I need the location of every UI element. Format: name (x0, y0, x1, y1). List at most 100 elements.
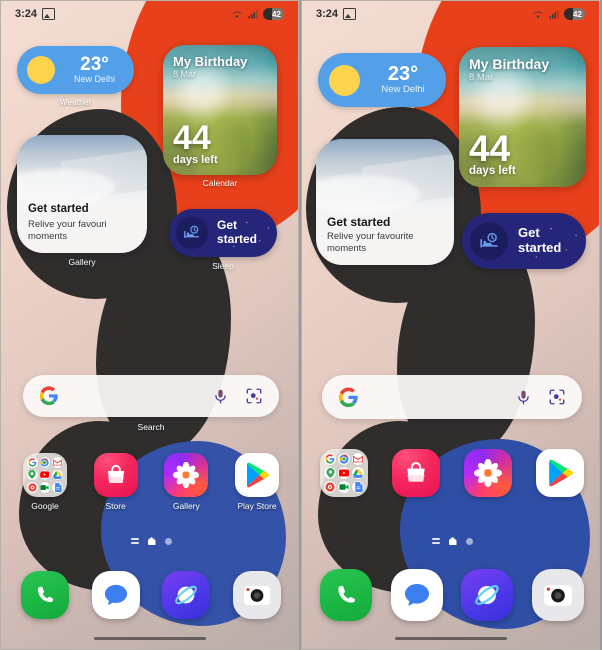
mini-app-icon (27, 457, 38, 468)
mini-app-icon (52, 482, 63, 493)
internet-browser-icon[interactable] (162, 571, 211, 619)
mini-app-icon (27, 482, 38, 493)
mini-app-icon (352, 453, 364, 465)
home-gesture-bar[interactable] (394, 636, 507, 640)
calendar-date: 8 Mar (469, 72, 494, 84)
messages-icon[interactable] (91, 571, 140, 619)
sleep-button-label: Get started (518, 225, 562, 255)
mini-app-icon (27, 469, 38, 481)
app-play-store[interactable] (532, 449, 588, 501)
gallery-flower-icon[interactable] (164, 453, 209, 497)
google-g-icon (338, 386, 358, 407)
battery-level: 42 (272, 9, 281, 19)
camera-icon[interactable] (232, 571, 281, 619)
gallery-photo (17, 135, 147, 201)
gallery-widget-label: Gallery (68, 257, 96, 267)
mini-app-icon (338, 467, 350, 479)
bed-clock-icon (470, 222, 508, 260)
mini-app-icon (352, 467, 364, 479)
battery-indicator: 42 (564, 8, 585, 20)
sleep-button-label: Get started (217, 218, 258, 246)
calendar-days-number: 44 (173, 119, 211, 158)
weather-temperature: 23° (80, 54, 109, 76)
play-store-icon[interactable] (234, 453, 279, 497)
google-search-bar[interactable] (23, 375, 279, 417)
gallery-flower-icon[interactable] (464, 449, 512, 497)
page-indicator[interactable] (111, 537, 191, 545)
mini-app-icon (39, 457, 51, 468)
calendar-date: 8 Mar (173, 69, 197, 80)
mini-app-icon (52, 457, 63, 468)
gallery-widget[interactable]: Get started Relive your favourite moment… (316, 139, 454, 265)
mini-app-icon (338, 481, 350, 493)
weather-widget-label: Weather (59, 97, 92, 107)
page-dot[interactable] (465, 537, 473, 545)
phone-screen-right: 3:24 42 23° New Delhi My Birthday 8 Mar … (301, 0, 600, 650)
sun-icon (27, 56, 55, 84)
sleep-widget-label: Sleep (212, 261, 234, 271)
google-search-bar[interactable] (322, 375, 582, 419)
app-list-icon[interactable] (431, 538, 440, 544)
gallery-subtext: Relive your favouri moments (28, 219, 107, 243)
microphone-icon[interactable] (515, 389, 532, 406)
google-folder-icon[interactable] (23, 453, 67, 497)
app-gallery[interactable] (460, 449, 516, 501)
app-row: Google Store Gallery Play Store (17, 453, 285, 511)
gallery-widget[interactable]: Get started Relive your favouri moments (17, 135, 147, 253)
home-icon[interactable] (448, 537, 457, 545)
weather-widget[interactable]: 23° New Delhi (17, 46, 134, 94)
weather-location: New Delhi (73, 74, 115, 85)
calendar-title: My Birthday (173, 54, 248, 69)
play-store-icon[interactable] (536, 449, 584, 497)
weather-temperature: 23° (387, 63, 419, 86)
calendar-widget[interactable]: My Birthday 8 Mar 44 days left (163, 45, 277, 175)
mini-app-icon (338, 453, 350, 465)
weather-widget[interactable]: 23° New Delhi (318, 53, 446, 107)
app-list-icon[interactable] (130, 538, 139, 544)
camera-icon[interactable] (531, 569, 584, 621)
mini-app-icon (39, 482, 51, 493)
dock (320, 569, 584, 621)
home-icon[interactable] (147, 537, 156, 545)
app-google-folder[interactable]: Google (17, 453, 73, 511)
comparison-screenshot: 3:24 42 23° New Delhi Weather My Birthda… (0, 0, 602, 650)
internet-browser-icon[interactable] (461, 569, 514, 621)
sun-icon (329, 64, 360, 96)
bed-clock-icon (176, 217, 208, 249)
widget-layer: 23° New Delhi Weather My Birthday 8 Mar … (1, 1, 298, 649)
mini-app-icon (352, 481, 364, 493)
phone-icon[interactable] (21, 571, 69, 619)
phone-icon[interactable] (320, 569, 372, 621)
mini-app-icon (39, 469, 51, 481)
microphone-icon[interactable] (212, 388, 229, 405)
app-store[interactable]: Store (88, 453, 144, 511)
app-label: Store (105, 501, 126, 511)
app-store[interactable] (388, 449, 444, 501)
calendar-days-text: days left (469, 165, 516, 178)
google-folder-icon[interactable] (320, 449, 368, 497)
sleep-widget[interactable]: Get started (462, 213, 586, 269)
app-label: Play Store (237, 501, 277, 511)
home-gesture-bar[interactable] (93, 636, 206, 640)
app-play-store[interactable]: Play Store (229, 453, 285, 511)
gallery-subtext: Relive your favourite moments (327, 231, 414, 255)
messages-icon[interactable] (390, 569, 443, 621)
google-lens-icon[interactable] (245, 387, 263, 405)
page-indicator[interactable] (412, 537, 492, 545)
calendar-widget[interactable]: My Birthday 8 Mar 44 days left (459, 47, 586, 187)
galaxy-store-icon[interactable] (93, 453, 138, 497)
galaxy-store-icon[interactable] (392, 449, 440, 497)
sleep-widget[interactable]: Get started (169, 209, 277, 257)
page-dot[interactable] (164, 537, 172, 545)
app-row (316, 449, 588, 501)
calendar-days-number: 44 (469, 127, 511, 169)
app-gallery[interactable]: Gallery (158, 453, 214, 511)
app-google-folder[interactable] (316, 449, 372, 501)
calendar-widget-label: Calendar (202, 178, 238, 188)
weather-location: New Delhi (381, 84, 425, 96)
gallery-photo (316, 139, 454, 209)
search-widget-label: Search (137, 422, 165, 432)
google-g-icon (39, 386, 58, 406)
gallery-heading: Get started (28, 203, 89, 216)
google-lens-icon[interactable] (548, 388, 566, 406)
